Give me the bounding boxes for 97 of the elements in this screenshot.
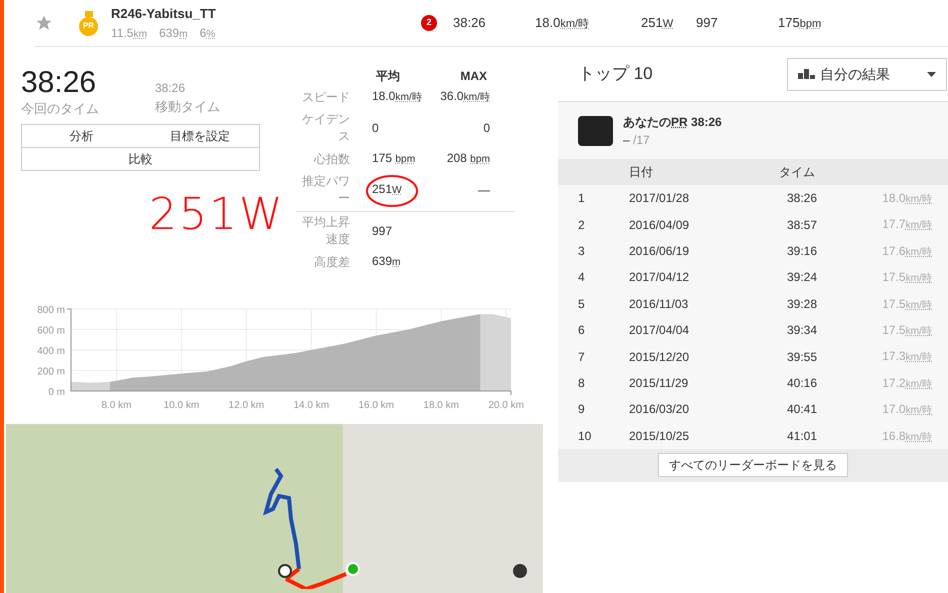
y-tick-label: 600 m (37, 326, 65, 336)
x-tick-label: 14.0 km (294, 400, 330, 409)
handwritten-annotation: 251W (149, 188, 286, 240)
compare-button[interactable]: 比較 (21, 146, 260, 170)
y-tick-label: 400 m (37, 346, 65, 357)
time-cell-text: 40:41 (787, 401, 818, 418)
speed-cell-text: 17.5km/時 (881, 296, 932, 313)
segment-heart-rate: 175bpm (778, 14, 822, 32)
pr-rank: – /17 (623, 132, 651, 148)
time-cell-text: 39:16 (787, 242, 818, 260)
segment-name[interactable]: R246-Yabitsu_TT (111, 4, 421, 24)
date-cell-text: 2016/06/19 (629, 242, 690, 260)
rank-cell-text: 5 (577, 296, 586, 313)
caret-icon (927, 72, 936, 76)
time-cell-text: 40:16 (787, 374, 818, 392)
column-header: タイム (779, 164, 815, 181)
stat-label: スピード (301, 88, 350, 106)
speed-cell-text: 17.5km/時 (881, 269, 932, 286)
stat-average: 0 (372, 121, 379, 135)
date-cell-text: 2015/11/29 (629, 374, 690, 392)
column-header: MAX (459, 68, 487, 85)
pr-summary: あなたのPR 38:26 (623, 114, 722, 130)
date-cell-text: 2015/12/20 (629, 348, 690, 366)
speed-cell-text: 17.7km/時 (881, 216, 932, 234)
bar-chart-icon (798, 69, 816, 79)
date-cell-text: 2016/03/20 (629, 401, 690, 418)
stat-label: ケイデンス (301, 111, 350, 145)
x-tick-label: 18.0 km (423, 400, 459, 409)
stat-label: 推定パワー (301, 173, 350, 207)
speed-cell-text: 18.0km/時 (881, 190, 932, 208)
stat-average: 18.0km/時 (372, 89, 422, 103)
elapsed-time-label: 今回のタイム (21, 100, 100, 118)
stat-average: 639m (372, 254, 401, 268)
x-tick-label: 12.0 km (228, 400, 264, 409)
segment-climb: 997 (696, 14, 719, 32)
y-tick-label: 800 m (37, 305, 65, 316)
rank-badge: 2 (421, 15, 437, 31)
y-tick-label: 0 m (48, 387, 65, 398)
date-cell-text: 2016/11/03 (629, 296, 690, 313)
stat-average: 997 (372, 224, 392, 238)
date-cell-text: 2016/04/09 (629, 216, 690, 234)
view-all-button[interactable]: すべてのリーダーボードを見る (658, 453, 848, 478)
time-cell-text: 39:34 (787, 322, 818, 340)
time-cell-text: 39:28 (787, 296, 818, 313)
filter-dropdown[interactable]: 自分の結果 (787, 58, 947, 90)
segment-power: 251W (641, 14, 674, 32)
rank-cell-text: 2 (577, 216, 586, 234)
segment-stat: 11.5km (111, 24, 148, 42)
x-tick-label: 20.0 km (488, 400, 524, 409)
time-cell-text: 39:55 (787, 348, 818, 366)
avatar-photo (578, 116, 613, 146)
stat-label: 高度差 (313, 254, 350, 270)
stat-max: 0 (483, 121, 490, 135)
leaderboard-title: トップ 10 (578, 63, 653, 86)
time-cell-text: 39:24 (787, 269, 818, 286)
time-cell-text: 38:26 (787, 190, 818, 208)
rank-cell-text: 10 (577, 428, 592, 445)
column-header: 日付 (629, 164, 654, 181)
segment-speed: 18.0km/時 (535, 14, 590, 32)
rank-cell-text: 9 (577, 401, 586, 418)
rank-cell-text: 4 (577, 269, 586, 286)
date-cell-text: 2017/04/12 (629, 269, 690, 286)
stat-max: 36.0km/時 (440, 89, 490, 103)
speed-cell-text: 17.5km/時 (881, 322, 932, 339)
x-tick-label: 10.0 km (164, 400, 200, 409)
time-cell-text: 38:57 (787, 216, 818, 234)
date-cell-text: 2017/04/04 (629, 322, 690, 340)
speed-cell-text: 16.8km/時 (881, 428, 932, 445)
stat-label: 平均上昇速度 (301, 214, 350, 248)
stat-label: 心拍数 (313, 150, 350, 168)
speed-cell-text: 17.2km/時 (881, 374, 932, 392)
y-tick-label: 200 m (37, 366, 65, 378)
x-tick-label: 16.0 km (358, 400, 394, 409)
stat-max: — (478, 183, 490, 197)
speed-cell-text: 17.0km/時 (881, 401, 932, 418)
speed-cell-text: 17.6km/時 (881, 242, 932, 260)
star-icon[interactable] (35, 14, 53, 32)
column-header: 平均 (376, 68, 401, 85)
segment-time: 38:26 (453, 14, 487, 32)
rank-cell-text: 3 (577, 242, 586, 260)
moving-time: 38:26 (155, 80, 186, 97)
rank-cell-text: 1 (577, 190, 586, 208)
segment-stat: 6% (200, 24, 216, 42)
speed-cell-text: 17.3km/時 (881, 348, 932, 366)
moving-time-label: 移動タイム (155, 98, 220, 116)
elapsed-time: 38:26 (21, 67, 98, 99)
date-cell-text: 2017/01/28 (629, 190, 690, 208)
segment-stat: 639m (159, 24, 188, 42)
time-cell-text: 41:01 (787, 428, 818, 445)
rank-cell-text: 7 (577, 348, 586, 366)
rank-cell-text: 8 (577, 374, 586, 392)
date-cell-text: 2015/10/25 (629, 428, 690, 445)
rank-cell-text: 6 (577, 322, 586, 340)
stat-average: 251W (372, 182, 402, 196)
stat-average: 175 bpm (372, 151, 416, 165)
stat-max: 208 bpm (446, 151, 490, 165)
x-tick-label: 8.0 km (101, 400, 132, 409)
